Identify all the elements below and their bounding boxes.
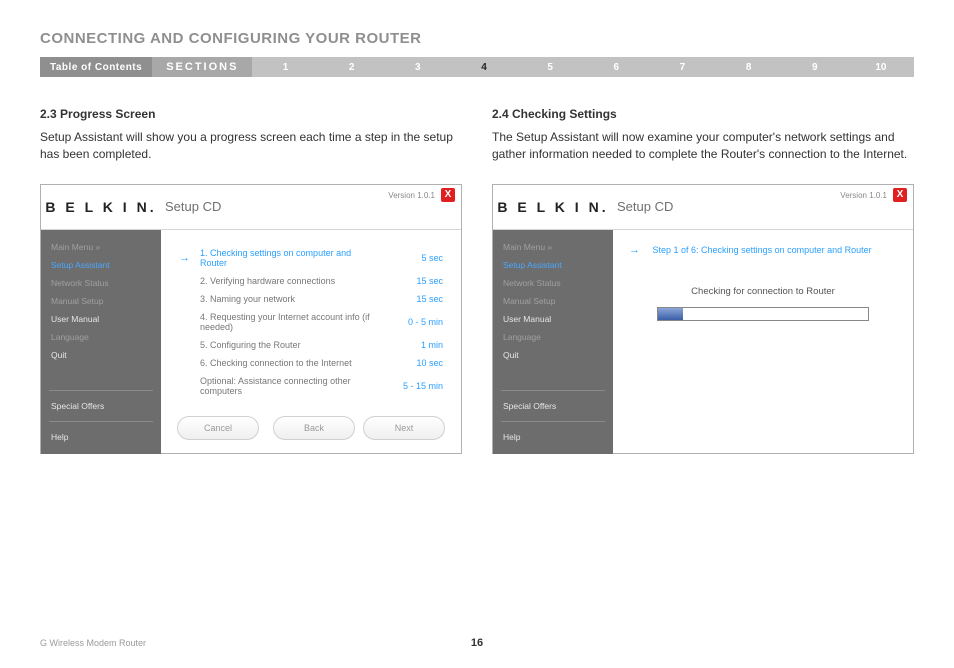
nav-item-9[interactable]: 9 [782,62,848,73]
right-text: The Setup Assistant will now examine you… [492,129,914,164]
step-row-5: 5. Configuring the Router1 min [177,336,445,354]
nav-item-10[interactable]: 10 [848,62,914,73]
version-label: Version 1.0.1 [388,191,435,200]
nav-item-3[interactable]: 3 [385,62,451,73]
progress-bar [657,307,869,321]
footer-product: G Wireless Modem Router [40,638,146,648]
close-icon[interactable]: X [893,188,907,202]
step-row-6: 6. Checking connection to the Internet10… [177,354,445,372]
sidebar-user-manual[interactable]: User Manual [51,314,151,324]
nav-item-1[interactable]: 1 [252,62,318,73]
nav-item-7[interactable]: 7 [649,62,715,73]
nav-item-6[interactable]: 6 [583,62,649,73]
sidebar-main-menu[interactable]: Main Menu » [503,242,603,252]
version-label: Version 1.0.1 [840,191,887,200]
sidebar-quit[interactable]: Quit [51,350,151,360]
step-row-3: 3. Naming your network15 sec [177,290,445,308]
arrow-icon: → [179,252,190,264]
screenshot-progress: B E L K I N. Setup CD Version 1.0.1 X Ma… [40,184,462,454]
sections-navbar: Table of Contents SECTIONS 1 2 3 4 5 6 7… [40,57,914,77]
step-row-1: → 1. Checking settings on computer and R… [177,244,445,272]
back-button[interactable]: Back [273,416,355,440]
right-heading: 2.4 Checking Settings [492,107,914,121]
checking-line: Checking for connection to Router [629,286,897,297]
sidebar-special-offers[interactable]: Special Offers [503,401,603,411]
belkin-logo: B E L K I N. [493,199,613,215]
belkin-logo: B E L K I N. [41,199,161,215]
sidebar-manual-setup[interactable]: Manual Setup [51,296,151,306]
sidebar-language[interactable]: Language [503,332,603,342]
sidebar-network-status[interactable]: Network Status [503,278,603,288]
nav-item-2[interactable]: 2 [319,62,385,73]
main-panel-progress: → 1. Checking settings on computer and R… [161,230,461,454]
sidebar: Main Menu » Setup Assistant Network Stat… [493,230,613,454]
step-line: Step 1 of 6: Checking settings on comput… [653,245,872,255]
screenshot-checking: B E L K I N. Setup CD Version 1.0.1 X Ma… [492,184,914,454]
nav-toc[interactable]: Table of Contents [40,57,152,77]
sidebar-help[interactable]: Help [51,432,151,442]
left-text: Setup Assistant will show you a progress… [40,129,462,164]
sidebar-network-status[interactable]: Network Status [51,278,151,288]
nav-item-8[interactable]: 8 [716,62,782,73]
next-button[interactable]: Next [363,416,445,440]
nav-sections-label: SECTIONS [152,57,252,77]
sidebar-help[interactable]: Help [503,432,603,442]
arrow-icon: → [629,244,640,256]
cancel-button[interactable]: Cancel [177,416,259,440]
left-column: 2.3 Progress Screen Setup Assistant will… [40,107,462,454]
steps-table: → 1. Checking settings on computer and R… [177,244,445,400]
sidebar-quit[interactable]: Quit [503,350,603,360]
page-title: CONNECTING AND CONFIGURING YOUR ROUTER [40,30,914,47]
right-column: 2.4 Checking Settings The Setup Assistan… [492,107,914,454]
nav-items: 1 2 3 4 5 6 7 8 9 10 [252,57,914,77]
sidebar-setup-assistant[interactable]: Setup Assistant [503,260,603,270]
sidebar-main-menu[interactable]: Main Menu » [51,242,151,252]
sidebar-language[interactable]: Language [51,332,151,342]
sidebar: Main Menu » Setup Assistant Network Stat… [41,230,161,454]
step-row-2: 2. Verifying hardware connections15 sec [177,272,445,290]
page-footer: G Wireless Modem Router 16 [40,638,914,648]
sidebar-user-manual[interactable]: User Manual [503,314,603,324]
step-row-optional: Optional: Assistance connecting other co… [177,372,445,400]
nav-item-4[interactable]: 4 [451,62,517,73]
close-icon[interactable]: X [441,188,455,202]
progress-fill [658,308,683,320]
nav-item-5[interactable]: 5 [517,62,583,73]
main-panel-checking: → Step 1 of 6: Checking settings on comp… [613,230,913,454]
page-number: 16 [471,637,483,649]
step-row-4: 4. Requesting your Internet account info… [177,308,445,336]
sidebar-special-offers[interactable]: Special Offers [51,401,151,411]
sidebar-manual-setup[interactable]: Manual Setup [503,296,603,306]
setup-cd-label: Setup CD [617,199,673,214]
left-heading: 2.3 Progress Screen [40,107,462,121]
sidebar-setup-assistant[interactable]: Setup Assistant [51,260,151,270]
setup-cd-label: Setup CD [165,199,221,214]
